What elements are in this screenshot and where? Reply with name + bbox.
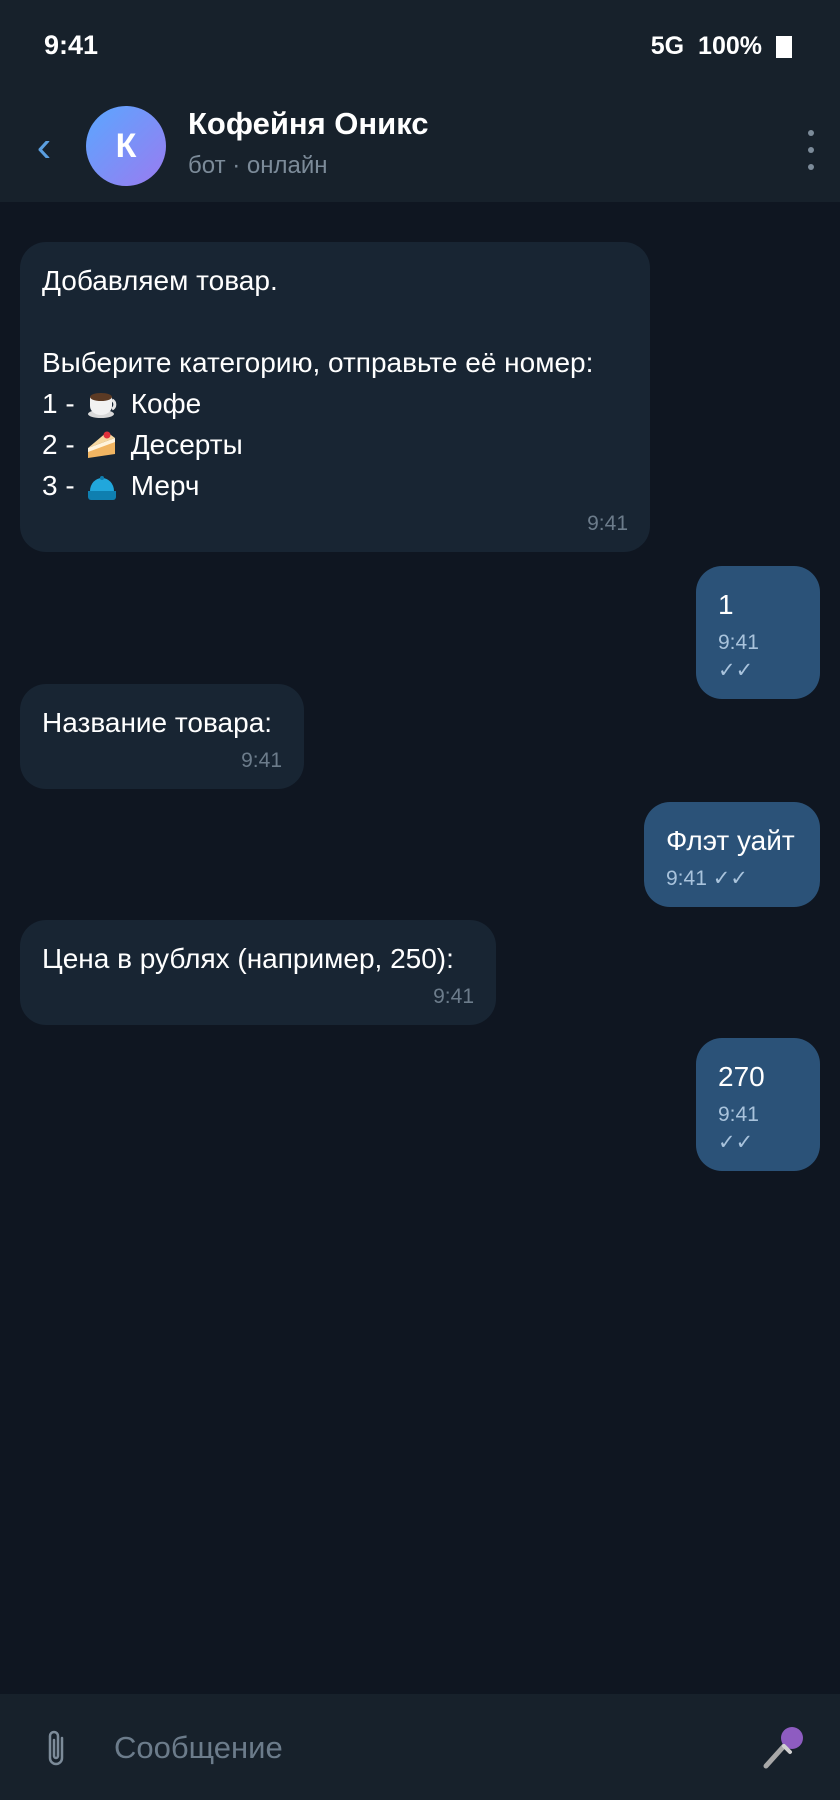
category-option: 1 - Кофе <box>42 383 628 424</box>
message-time: 9:41 <box>241 749 282 772</box>
message-time-read: 9:41 ✓✓ <box>718 631 759 682</box>
message-bubble-outgoing[interactable]: Флэт уайт 9:41 ✓✓ <box>644 802 820 907</box>
microphone-icon[interactable] <box>760 1724 806 1770</box>
more-dot <box>808 130 814 136</box>
message-text: Название товара: <box>42 707 273 738</box>
message-bubble-outgoing[interactable]: 270 9:41 ✓✓ <box>696 1038 820 1171</box>
message-time-read: 9:41 ✓✓ <box>718 1103 759 1154</box>
message-text: 270 <box>718 1061 765 1092</box>
message-time-read: 9:41 ✓✓ <box>666 867 748 890</box>
message-bubble-outgoing[interactable]: 1 9:41 ✓✓ <box>696 566 820 699</box>
more-options-button[interactable] <box>804 130 818 170</box>
message-bubble-incoming[interactable]: Цена в рублях (например, 250): 9:41 <box>20 920 496 1025</box>
message-text: Флэт уайт <box>666 825 795 856</box>
avatar[interactable]: К <box>86 106 166 186</box>
message-composer <box>0 1694 840 1800</box>
chat-header: ‹ К Кофейня Оникс бот · онлайн <box>0 92 840 202</box>
message-list[interactable]: Добавляем товар. Выберите категорию, отп… <box>0 202 840 1692</box>
category-option: 3 - Мерч <box>42 465 628 506</box>
message-input[interactable] <box>112 1718 716 1778</box>
cap-icon <box>87 475 116 500</box>
message-text: 1 <box>718 589 734 620</box>
message-time: 9:41 <box>587 512 628 535</box>
battery-percent: 100% <box>698 32 762 60</box>
cake-icon <box>87 431 115 458</box>
option-number: 1 - <box>42 388 75 419</box>
back-button[interactable]: ‹ <box>22 122 66 172</box>
message-bubble-incoming[interactable]: Добавляем товар. Выберите категорию, отп… <box>20 242 650 552</box>
option-number: 3 - <box>42 470 75 501</box>
option-number: 2 - <box>42 429 75 460</box>
paperclip-icon[interactable] <box>40 1726 76 1772</box>
chat-status: бот · онлайн <box>188 152 328 179</box>
more-dot <box>808 147 814 153</box>
battery-icon <box>776 35 792 58</box>
category-option: 2 - Десерты <box>42 424 628 465</box>
message-text: Добавляем товар. Выберите категорию, отп… <box>42 265 594 378</box>
coffee-cup-icon <box>87 392 116 418</box>
option-label: Кофе <box>130 388 202 419</box>
option-label: Мерч <box>130 470 200 501</box>
status-time: 9:41 <box>44 30 99 60</box>
option-label: Десерты <box>130 429 243 460</box>
status-indicators: 5G 100% <box>651 32 792 61</box>
status-bar: 9:41 5G 100% <box>0 0 840 92</box>
network-indicator: 5G <box>650 32 685 60</box>
message-text: Цена в рублях (например, 250): <box>42 943 454 974</box>
message-bubble-incoming[interactable]: Название товара: 9:41 <box>20 684 304 789</box>
message-time: 9:41 <box>433 985 474 1008</box>
chat-title[interactable]: Кофейня Оникс <box>188 106 429 142</box>
more-dot <box>808 164 814 170</box>
